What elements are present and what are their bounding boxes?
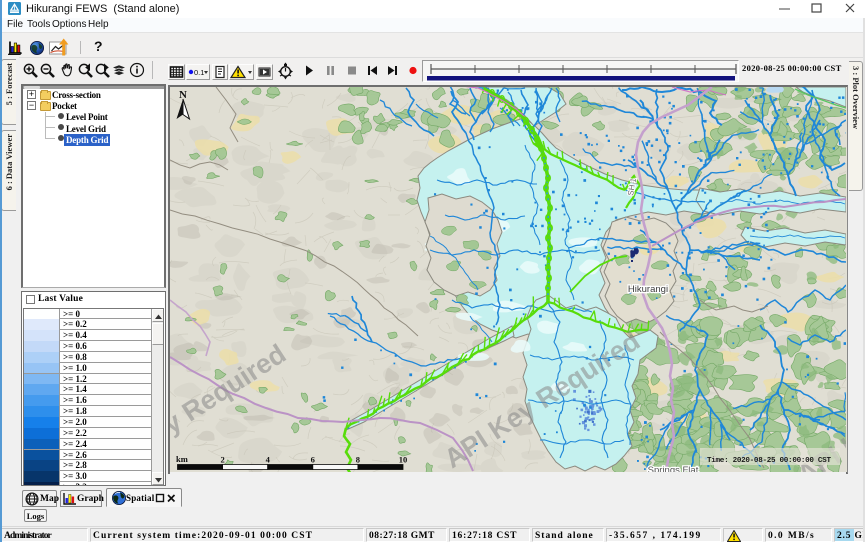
svg-text:6: 6	[311, 455, 315, 465]
svg-text:Springs Flat: Springs Flat	[648, 465, 699, 472]
svg-text:Hikurangi: Hikurangi	[628, 284, 668, 295]
svg-text:2: 2	[220, 455, 224, 465]
svg-text:km: km	[176, 454, 188, 464]
svg-text:Time: 2020-08-25 00:00:00 CST: Time: 2020-08-25 00:00:00 CST	[707, 457, 831, 465]
svg-text:8: 8	[356, 455, 360, 465]
svg-text:4: 4	[266, 455, 271, 465]
svg-text:10: 10	[399, 455, 408, 465]
svg-text:0.1: 0.1	[194, 68, 204, 77]
